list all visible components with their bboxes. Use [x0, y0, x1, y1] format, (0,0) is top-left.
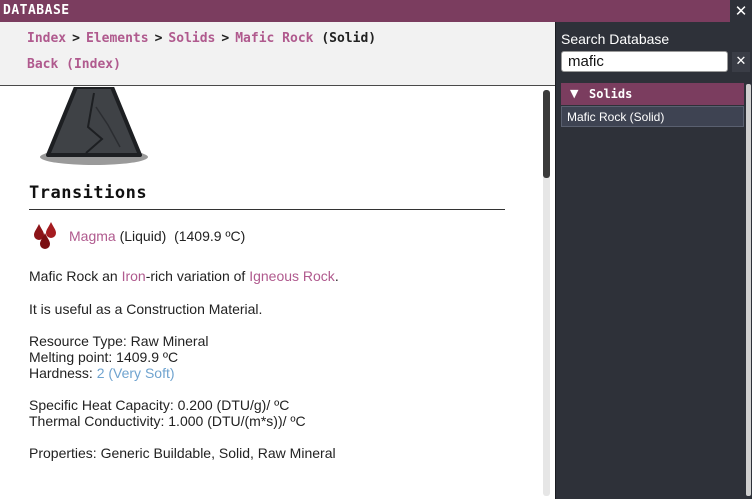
hardness-value: 2 (Very Soft) [96, 365, 175, 381]
section-divider [29, 209, 505, 210]
category-label: Solids [589, 87, 633, 101]
breadcrumb-solids[interactable]: Solids [168, 31, 215, 46]
breadcrumb-index[interactable]: Index [27, 31, 66, 46]
breadcrumb-separator: > [72, 31, 80, 46]
heat-capacity: Specific Heat Capacity: 0.200 (DTU/g)/ º… [29, 397, 290, 413]
breadcrumb-mafic-rock[interactable]: Mafic Rock [235, 31, 313, 46]
clear-search-icon[interactable]: ✕ [732, 52, 750, 72]
entry-panel: Index > Elements > Solids > Mafic Rock (Solid)… [0, 22, 555, 499]
mafic-rock-image [40, 87, 148, 165]
iron-link[interactable]: Iron [122, 268, 146, 284]
transition-target-link[interactable]: Magma [69, 228, 116, 244]
transition-temperature: (1409.9 ºC) [174, 228, 246, 244]
transitions-heading: Transitions [29, 183, 148, 203]
resource-type: Resource Type: Raw Mineral [29, 333, 209, 349]
melting-point: Melting point: 1409.9 ºC [29, 349, 179, 365]
description-text: Mafic Rock an Iron-rich variation of Ign… [29, 268, 339, 284]
hardness: Hardness: 2 (Very Soft) [29, 365, 175, 381]
search-input[interactable] [561, 51, 728, 72]
category-solids[interactable]: ▼ Solids [561, 83, 744, 105]
back-link[interactable]: Back (Index) [27, 57, 121, 72]
search-panel: Search Database ✕ ▼ Solids Mafic Rock (S… [555, 22, 752, 499]
window-title: DATABASE [3, 3, 70, 18]
close-icon[interactable]: ✕ [730, 0, 752, 22]
chevron-down-icon: ▼ [570, 87, 579, 100]
breadcrumb-current-state: (Solid) [321, 31, 377, 46]
thermal-conductivity: Thermal Conductivity: 1.000 (DTU/(m*s))/… [29, 413, 306, 429]
results-scrollbar[interactable] [746, 84, 751, 496]
navigation-bar: Index > Elements > Solids > Mafic Rock (Solid)… [0, 22, 555, 86]
breadcrumb-separator: > [154, 31, 163, 46]
content-scrollbar-thumb[interactable] [543, 90, 550, 178]
content-scrollbar[interactable] [543, 90, 550, 496]
breadcrumb-elements[interactable]: Elements [86, 31, 149, 46]
usage-text: It is useful as a Construction Material. [29, 301, 263, 317]
window-titlebar: DATABASE ✕ [0, 0, 752, 22]
properties: Properties: Generic Buildable, Solid, Ra… [29, 445, 336, 461]
search-label: Search Database [561, 31, 670, 47]
transition-state: (Liquid) [119, 228, 167, 244]
liquid-drops-icon [34, 222, 56, 249]
breadcrumb-separator: > [221, 31, 230, 46]
breadcrumb: Index > Elements > Solids > Mafic Rock (Solid) [27, 31, 376, 46]
igneous-rock-link[interactable]: Igneous Rock [249, 268, 335, 284]
entry-content: Transitions Magma (Liquid) (1409.9 ºC) M… [0, 87, 540, 499]
list-item[interactable]: Mafic Rock (Solid) [561, 106, 744, 127]
